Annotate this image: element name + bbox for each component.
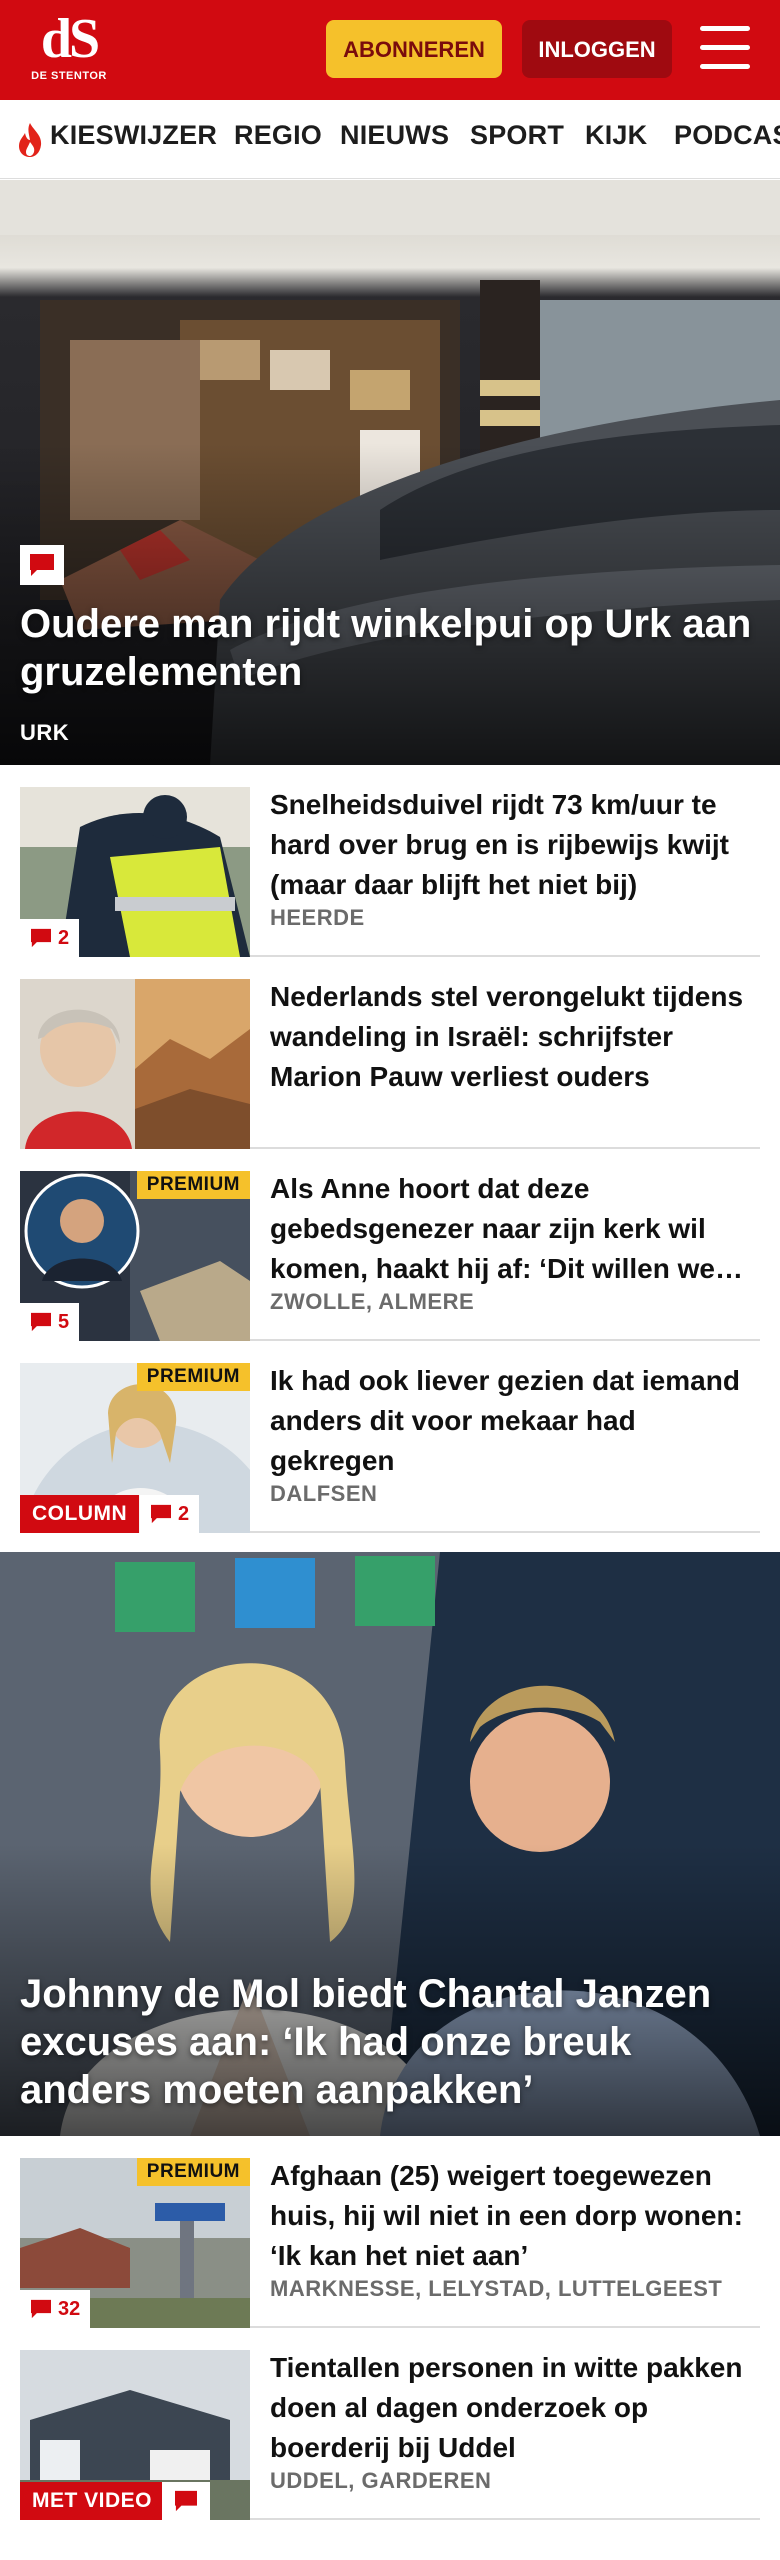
article-thumbnail: PREMIUM 5 <box>20 1171 250 1341</box>
article-location: MARKNESSE, LELYSTAD, LUTTELGEEST <box>270 2276 723 2301</box>
premium-badge: PREMIUM <box>136 2158 250 2186</box>
column-tag: COLUMN <box>20 1495 140 1533</box>
article-title[interactable]: Ik had ook liever gezien dat iemand ande… <box>270 1361 760 1481</box>
hero-location: URK <box>20 720 70 745</box>
nav-item-nieuws[interactable]: NIEUWS <box>340 120 449 151</box>
article-title[interactable]: Als Anne hoort dat deze gebedsgenezer na… <box>270 1169 760 1289</box>
article-thumbnail: 2 <box>20 787 250 957</box>
article-thumbnail: MET VIDEO <box>20 2350 250 2520</box>
list-item[interactable]: 2 Snelheidsduivel rijdt 73 km/uur te har… <box>20 765 760 957</box>
comment-count-badge: 2 <box>20 919 80 957</box>
comment-icon <box>162 2482 210 2520</box>
video-tag: MET VIDEO <box>20 2482 165 2520</box>
hero-title[interactable]: Johnny de Mol biedt Chantal Janzen excus… <box>20 1970 760 2114</box>
login-button[interactable]: INLOGGEN <box>522 20 672 78</box>
logo-mark: dS <box>40 8 100 70</box>
article-thumbnail <box>20 979 250 1149</box>
premium-badge: PREMIUM <box>136 1363 250 1391</box>
list-item[interactable]: Nederlands stel verongelukt tijdens wand… <box>20 957 760 1149</box>
hero-title[interactable]: Oudere man rijdt winkelpui op Urk aan gr… <box>20 600 760 696</box>
article-location: DALFSEN <box>270 1481 378 1506</box>
article-thumbnail: PREMIUM 32 <box>20 2158 250 2328</box>
list-item[interactable]: MET VIDEO Tientallen personen in witte p… <box>20 2328 760 2520</box>
comment-icon <box>31 2299 51 2319</box>
comment-count: 5 <box>58 1310 70 1333</box>
article-title[interactable]: Tientallen personen in witte pakken doen… <box>270 2348 760 2468</box>
article-thumbnail: PREMIUM COLUMN 2 <box>20 1363 250 1533</box>
list-item[interactable]: PREMIUM 5 Als Anne hoort dat deze gebeds… <box>20 1149 760 1341</box>
article-location: ZWOLLE, ALMERE <box>270 1289 475 1314</box>
list-item[interactable]: PREMIUM COLUMN 2 Ik had ook liever gezie… <box>20 1341 760 1533</box>
logo-subtitle: DE STENTOR <box>31 70 107 82</box>
comment-count-badge: 5 <box>20 1303 80 1341</box>
section-nav: KIESWIJZER REGIO NIEUWS SPORT KIJK PODCA… <box>0 100 780 179</box>
site-logo[interactable]: dS DE STENTOR <box>24 10 114 90</box>
premium-badge: PREMIUM <box>136 1171 250 1199</box>
article-location: UDDEL, GARDEREN <box>270 2468 492 2493</box>
comment-count-badge: 32 <box>20 2290 91 2328</box>
article-title[interactable]: Snelheidsduivel rijdt 73 km/uur te hard … <box>270 785 760 905</box>
comment-count-badge: 2 <box>140 1495 200 1533</box>
comment-icon <box>20 545 64 585</box>
comment-count: 32 <box>58 2297 81 2320</box>
nav-item-regio[interactable]: REGIO <box>234 120 322 151</box>
article-location: HEERDE <box>270 905 365 930</box>
list-item[interactable]: PREMIUM 32 Afghaan (25) weigert toegewez… <box>20 2136 760 2328</box>
hero-article-urk[interactable]: Oudere man rijdt winkelpui op Urk aan gr… <box>0 180 780 765</box>
subscribe-button[interactable]: ABONNEREN <box>326 20 502 78</box>
nav-item-kijk[interactable]: KIJK <box>585 120 647 151</box>
comment-icon <box>151 1504 171 1524</box>
article-title[interactable]: Afghaan (25) weigert toegewezen huis, hi… <box>270 2156 760 2276</box>
hero-article-johnny[interactable]: Johnny de Mol biedt Chantal Janzen excus… <box>0 1552 780 2136</box>
comment-count: 2 <box>178 1502 190 1525</box>
comment-icon <box>31 928 51 948</box>
flame-icon <box>19 123 42 157</box>
nav-item-sport[interactable]: SPORT <box>470 120 564 151</box>
top-bar: dS DE STENTOR ABONNEREN INLOGGEN <box>0 0 780 100</box>
comment-count: 2 <box>58 926 70 949</box>
article-title[interactable]: Nederlands stel verongelukt tijdens wand… <box>270 977 760 1097</box>
nav-item-kieswijzer[interactable]: KIESWIJZER <box>50 120 217 151</box>
comment-icon <box>31 1312 51 1332</box>
nav-item-podcast[interactable]: PODCAS <box>674 120 780 151</box>
menu-icon[interactable] <box>700 26 752 72</box>
